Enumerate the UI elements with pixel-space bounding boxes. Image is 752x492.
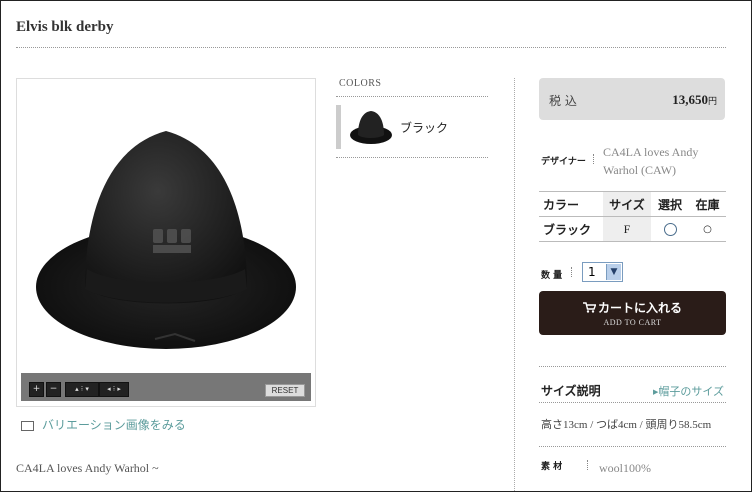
header-select: 選択 [651,191,689,217]
page-frame: Elvis blk derby + − ▴ ⁝ ▾ ◂ ⁝ ▸ RESET バリ… [0,0,752,492]
designer-label: デザイナー [541,157,586,167]
zoom-toolbar: + − ▴ ⁝ ▾ ◂ ⁝ ▸ RESET [21,373,311,401]
header-color: カラー [539,191,603,217]
product-title: Elvis blk derby [16,19,114,35]
swatch-thumbnail [350,111,392,144]
row-select [651,216,689,242]
size-value: 高さ13cm / つば4cm / 頭周り58.5cm [541,419,712,431]
pan-vertical-control[interactable]: ▴ ⁝ ▾ [65,382,99,397]
variation-images-link[interactable]: バリエーション画像をみる [21,416,186,433]
table-row: ブラック F ○ [539,216,726,242]
size-divider-bottom [539,446,726,447]
pan-horizontal-control[interactable]: ◂ ⁝ ▸ [99,382,129,397]
designer-value: CA4LA loves Andy Warhol (CAW) [603,145,699,177]
cart-label: カートに入れる [597,301,682,315]
material-value: wool100% [599,461,651,475]
material-separator [587,460,589,470]
quantity-separator [571,267,573,277]
swatch-selected-indicator [336,105,341,149]
size-divider-mid [539,402,726,403]
quantity-value: 1 [588,265,596,279]
size-divider-top [539,366,726,367]
row-color: ブラック [539,216,603,242]
price-box: 税 込 13,650円 [539,78,725,120]
quantity-label: 数 量 [541,271,563,281]
header-size: サイズ [603,191,651,217]
product-intro: CA4LA loves Andy Warhol ~ [16,461,159,475]
chevron-down-icon: ▼ [606,264,621,280]
header-stock: 在庫 [689,191,726,217]
colors-divider-bottom [336,157,488,158]
colors-divider-top [336,96,488,97]
quantity-select[interactable]: 1 ▼ [582,262,623,282]
stock-table: カラー サイズ 選択 在庫 ブラック F ○ [539,191,726,242]
cart-icon [582,302,597,313]
cart-button-main: カートに入れる [539,299,726,316]
reset-button[interactable]: RESET [265,384,305,397]
windows-icon [21,420,34,431]
zoom-in-button[interactable]: + [29,382,44,397]
row-stock: ○ [689,216,726,242]
color-swatch-black[interactable]: ブラック [336,105,488,149]
add-to-cart-button[interactable]: カートに入れる ADD TO CART [539,291,726,335]
designer-separator [593,154,595,164]
product-image-viewer[interactable]: + − ▴ ⁝ ▾ ◂ ⁝ ▸ RESET [16,78,316,407]
zoom-out-button[interactable]: − [46,382,61,397]
material-label: 素 材 [541,462,563,472]
cart-sub-label: ADD TO CART [603,318,662,327]
column-divider [514,78,515,491]
swatch-color-name: ブラック [400,121,449,135]
size-heading: サイズ説明 [541,384,601,398]
price-unit: 円 [707,96,717,106]
variation-link-label: バリエーション画像をみる [42,418,186,432]
stock-table-header: カラー サイズ 選択 在庫 [539,191,726,217]
hat-size-link-label: 帽子のサイズ [658,385,725,398]
price-value: 13,650円 [672,92,717,108]
row-size: F [603,216,651,242]
hat-size-link[interactable]: ▶帽子のサイズ [653,383,724,399]
title-divider [16,47,726,48]
price-number: 13,650 [672,92,708,107]
colors-heading: COLORS [339,78,382,89]
select-radio[interactable] [663,223,677,236]
hat-image [36,131,296,349]
tax-label: 税 込 [549,94,577,108]
